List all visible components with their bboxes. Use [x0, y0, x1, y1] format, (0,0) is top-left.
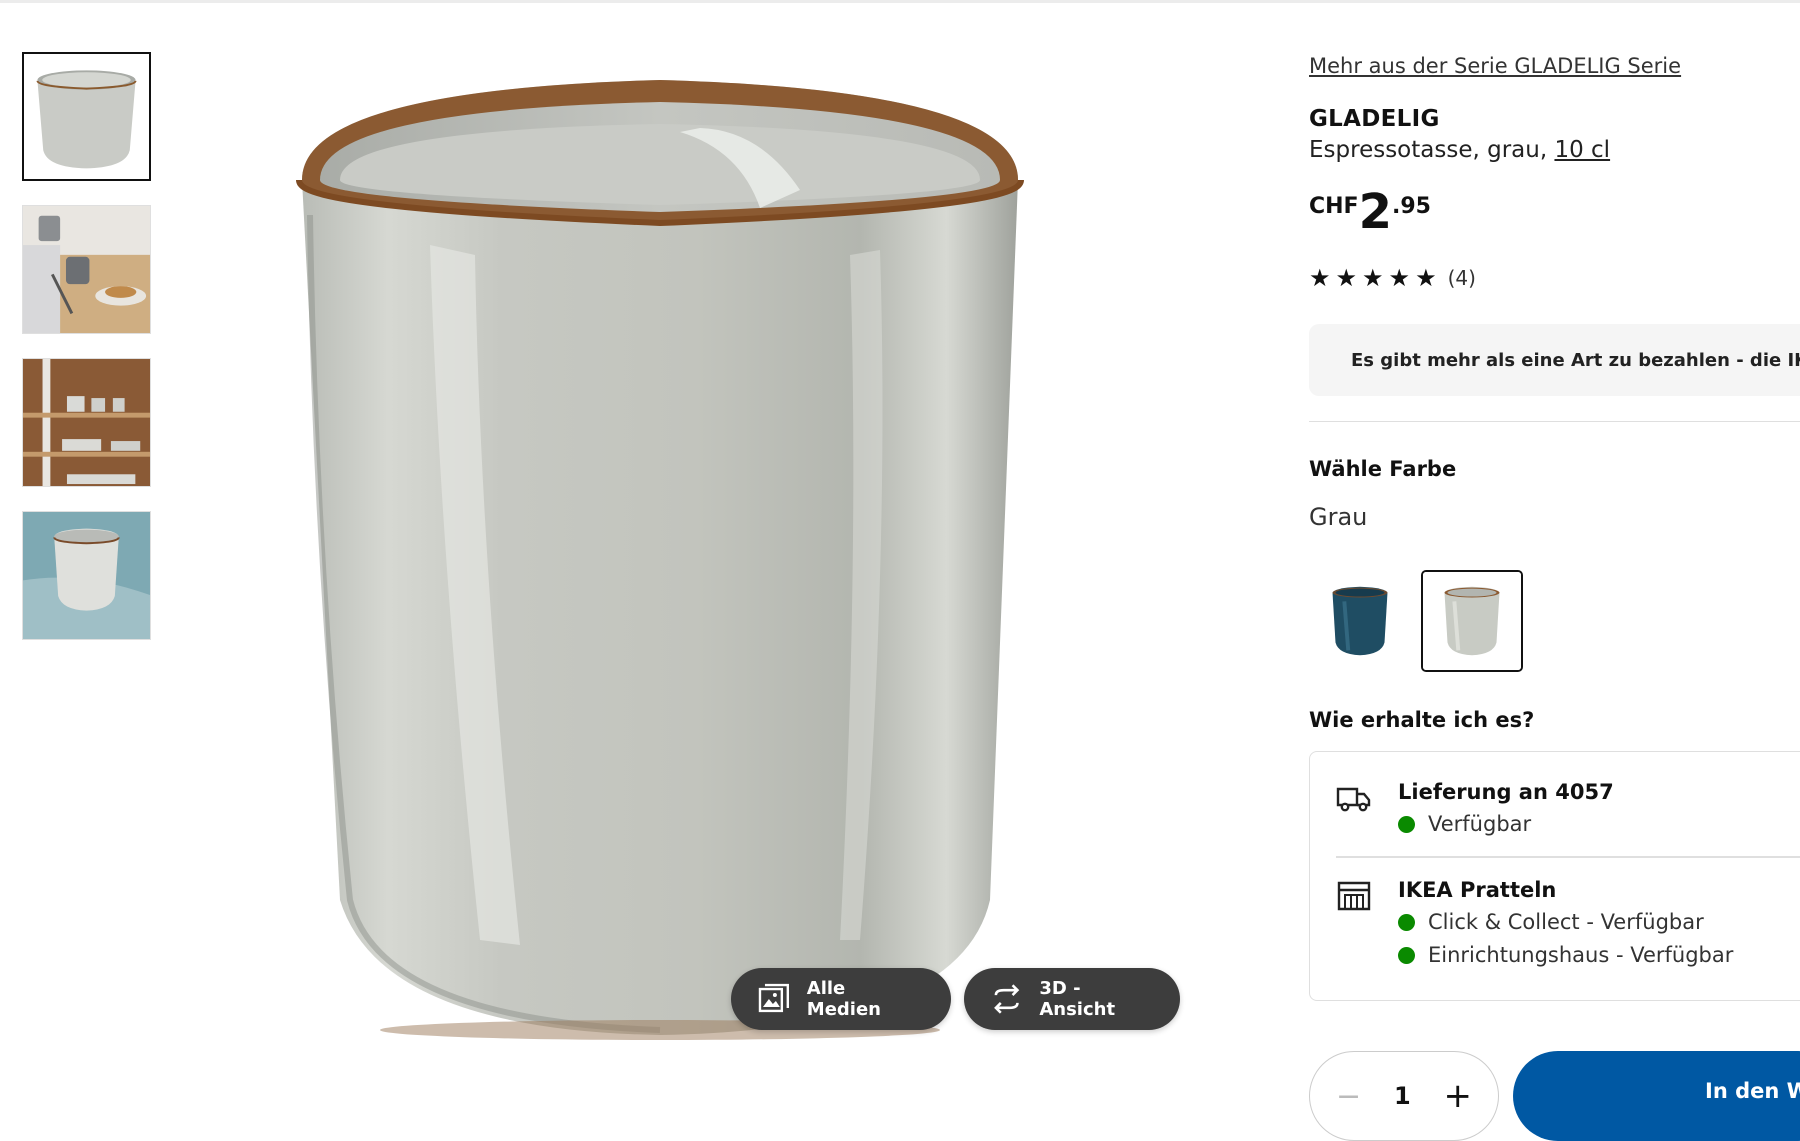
star-icon: ★: [1388, 264, 1411, 292]
thumbnail-product[interactable]: [22, 52, 151, 181]
product-size-link[interactable]: 10 cl: [1554, 137, 1610, 163]
product-price: CHF 2 .95: [1309, 188, 1431, 236]
add-to-cart-button[interactable]: In den Warenkorb: [1513, 1051, 1800, 1141]
star-icon: ★: [1309, 264, 1331, 292]
price-currency: CHF: [1309, 194, 1359, 219]
status-available-dot: [1398, 913, 1415, 931]
view-3d-button[interactable]: 3D -Ansicht: [964, 968, 1180, 1030]
truck-icon: [1336, 787, 1371, 812]
status-available-dot: [1398, 946, 1415, 964]
decrease-quantity-button[interactable]: −: [1336, 1079, 1361, 1114]
gallery-icon: [758, 983, 789, 1013]
store-status-text: Einrichtungshaus - Verfügbar: [1428, 943, 1734, 967]
thumbnail-table-scene[interactable]: [22, 205, 151, 334]
store-status-in-store: Einrichtungshaus - Verfügbar: [1398, 943, 1733, 967]
star-icon: ★: [1415, 264, 1437, 292]
all-media-label: Alle Medien: [806, 978, 881, 1020]
rating-count: (4): [1447, 266, 1476, 290]
all-media-button[interactable]: Alle Medien: [731, 968, 951, 1030]
store-icon: [1337, 881, 1371, 911]
product-description: Espressotasse, grau, 10 cl: [1309, 137, 1610, 163]
price-integer: 2: [1358, 184, 1392, 240]
color-swatch-blue[interactable]: [1309, 570, 1411, 672]
quantity-stepper: − 1 +: [1309, 1051, 1499, 1141]
thumbnail-shelf-scene[interactable]: [22, 358, 151, 487]
increase-quantity-button[interactable]: +: [1444, 1076, 1473, 1116]
selected-color-name: Grau: [1309, 503, 1368, 531]
store-status-click-collect: Click & Collect - Verfügbar: [1398, 910, 1704, 934]
delivery-status-text: Verfügbar: [1428, 812, 1532, 836]
product-description-text: Espressotasse, grau,: [1309, 137, 1555, 163]
main-product-image[interactable]: [240, 40, 1160, 1070]
store-status-text: Click & Collect - Verfügbar: [1428, 910, 1704, 934]
rating[interactable]: ★ ★ ★ ★ ★ (4): [1309, 266, 1476, 290]
store-title: IKEA Pratteln: [1398, 878, 1557, 902]
rotate-3d-icon: [994, 984, 1020, 1014]
payment-banner[interactable]: Es gibt mehr als eine Art zu bezahlen - …: [1309, 324, 1800, 396]
section-divider: [1309, 421, 1800, 422]
quantity-value[interactable]: 1: [1394, 1082, 1411, 1110]
delivery-option-title: Lieferung an 4057: [1398, 780, 1614, 804]
series-link[interactable]: Mehr aus der Serie GLADELIG Serie: [1309, 54, 1681, 78]
delivery-heading: Wie erhalte ich es?: [1309, 708, 1535, 732]
star-icon: ★: [1335, 264, 1358, 292]
delivery-divider: [1336, 856, 1800, 858]
delivery-status: Verfügbar: [1398, 812, 1531, 836]
product-info-panel: Mehr aus der Serie GLADELIG Serie GLADEL…: [1309, 0, 1800, 1141]
payment-banner-text: Es gibt mehr als eine Art zu bezahlen - …: [1351, 349, 1800, 371]
product-name: GLADELIG: [1309, 106, 1440, 132]
status-available-dot: [1398, 815, 1415, 833]
thumbnail-cloth-scene[interactable]: [22, 511, 151, 640]
color-swatch-grey[interactable]: [1421, 570, 1523, 672]
thumbnail-list: [22, 52, 152, 664]
view-3d-label: 3D -Ansicht: [1039, 978, 1116, 1020]
color-heading: Wähle Farbe: [1309, 457, 1457, 481]
star-icon: ★: [1362, 264, 1384, 292]
delivery-options: Lieferung an 4057 Verfügbar IKEA Prattel…: [1309, 751, 1800, 1001]
price-decimal: .95: [1392, 194, 1431, 219]
